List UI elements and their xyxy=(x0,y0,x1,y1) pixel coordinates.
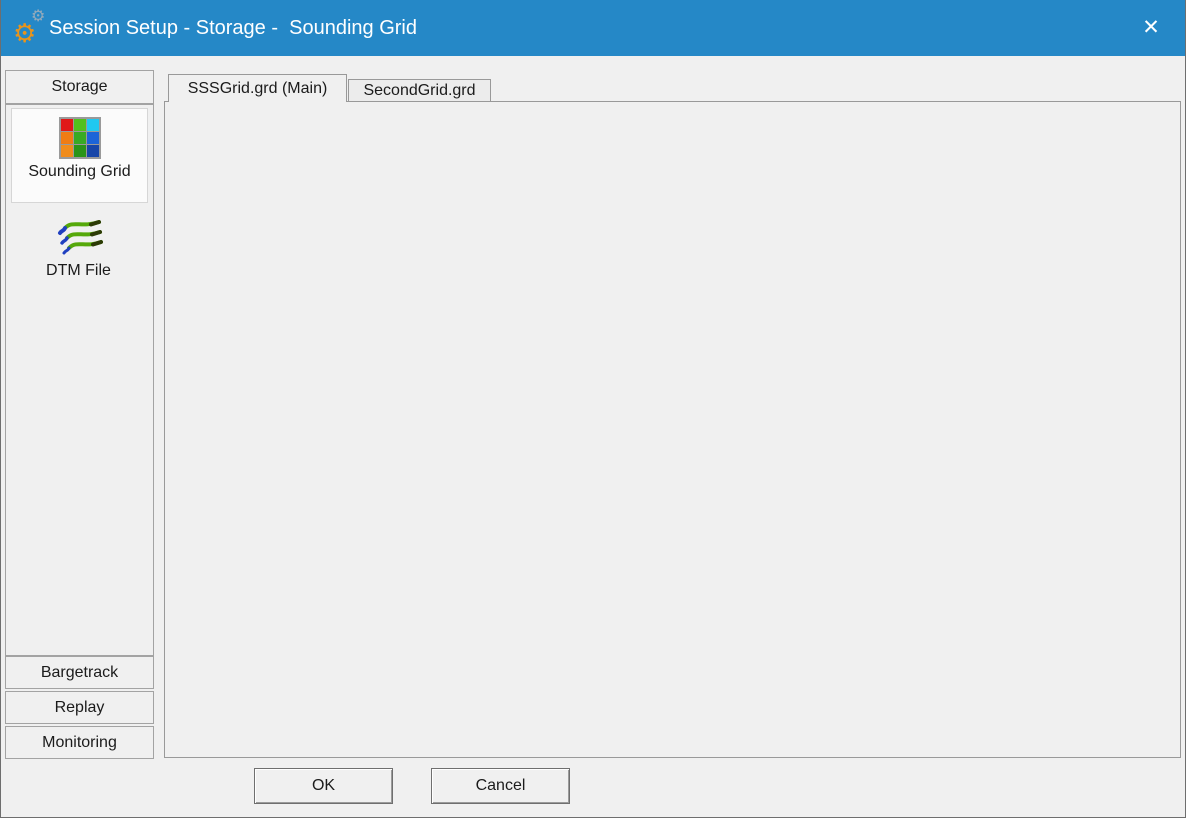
sidebar-item-label: DTM File xyxy=(11,262,146,280)
cancel-button[interactable]: Cancel xyxy=(431,768,570,804)
close-icon[interactable]: ✕ xyxy=(1131,0,1171,56)
titlebar[interactable]: ⚙ ⚙ Session Setup - Storage - Sounding G… xyxy=(1,0,1185,56)
sidebar-item-dtm-file[interactable]: DTM File xyxy=(11,208,146,292)
tab-sssgrid-main[interactable]: SSSGrid.grd (Main) xyxy=(168,74,347,102)
storage-item-list: Sounding Grid DTM File xyxy=(5,104,154,656)
sidebar-section-replay[interactable]: Replay xyxy=(5,691,154,724)
sidebar-item-sounding-grid[interactable]: Sounding Grid xyxy=(11,108,148,203)
session-setup-dialog: ⚙ ⚙ Session Setup - Storage - Sounding G… xyxy=(0,0,1186,818)
sounding-grid-icon xyxy=(58,116,102,160)
window-title: Session Setup - Storage - Sounding Grid xyxy=(49,0,417,56)
sidebar-item-label: Sounding Grid xyxy=(12,163,147,181)
sidebar-section-monitoring[interactable]: Monitoring xyxy=(5,726,154,759)
ok-button[interactable]: OK xyxy=(254,768,393,804)
settings-gears-icon: ⚙ ⚙ xyxy=(11,0,47,56)
sidebar-section-bargetrack[interactable]: Bargetrack xyxy=(5,656,154,689)
sidebar-section-storage[interactable]: Storage xyxy=(5,70,154,104)
gear-icon-small: ⚙ xyxy=(31,9,45,25)
tab-content-panel xyxy=(164,101,1181,758)
dtm-file-icon xyxy=(55,215,103,259)
tab-secondgrid[interactable]: SecondGrid.grd xyxy=(348,79,491,102)
